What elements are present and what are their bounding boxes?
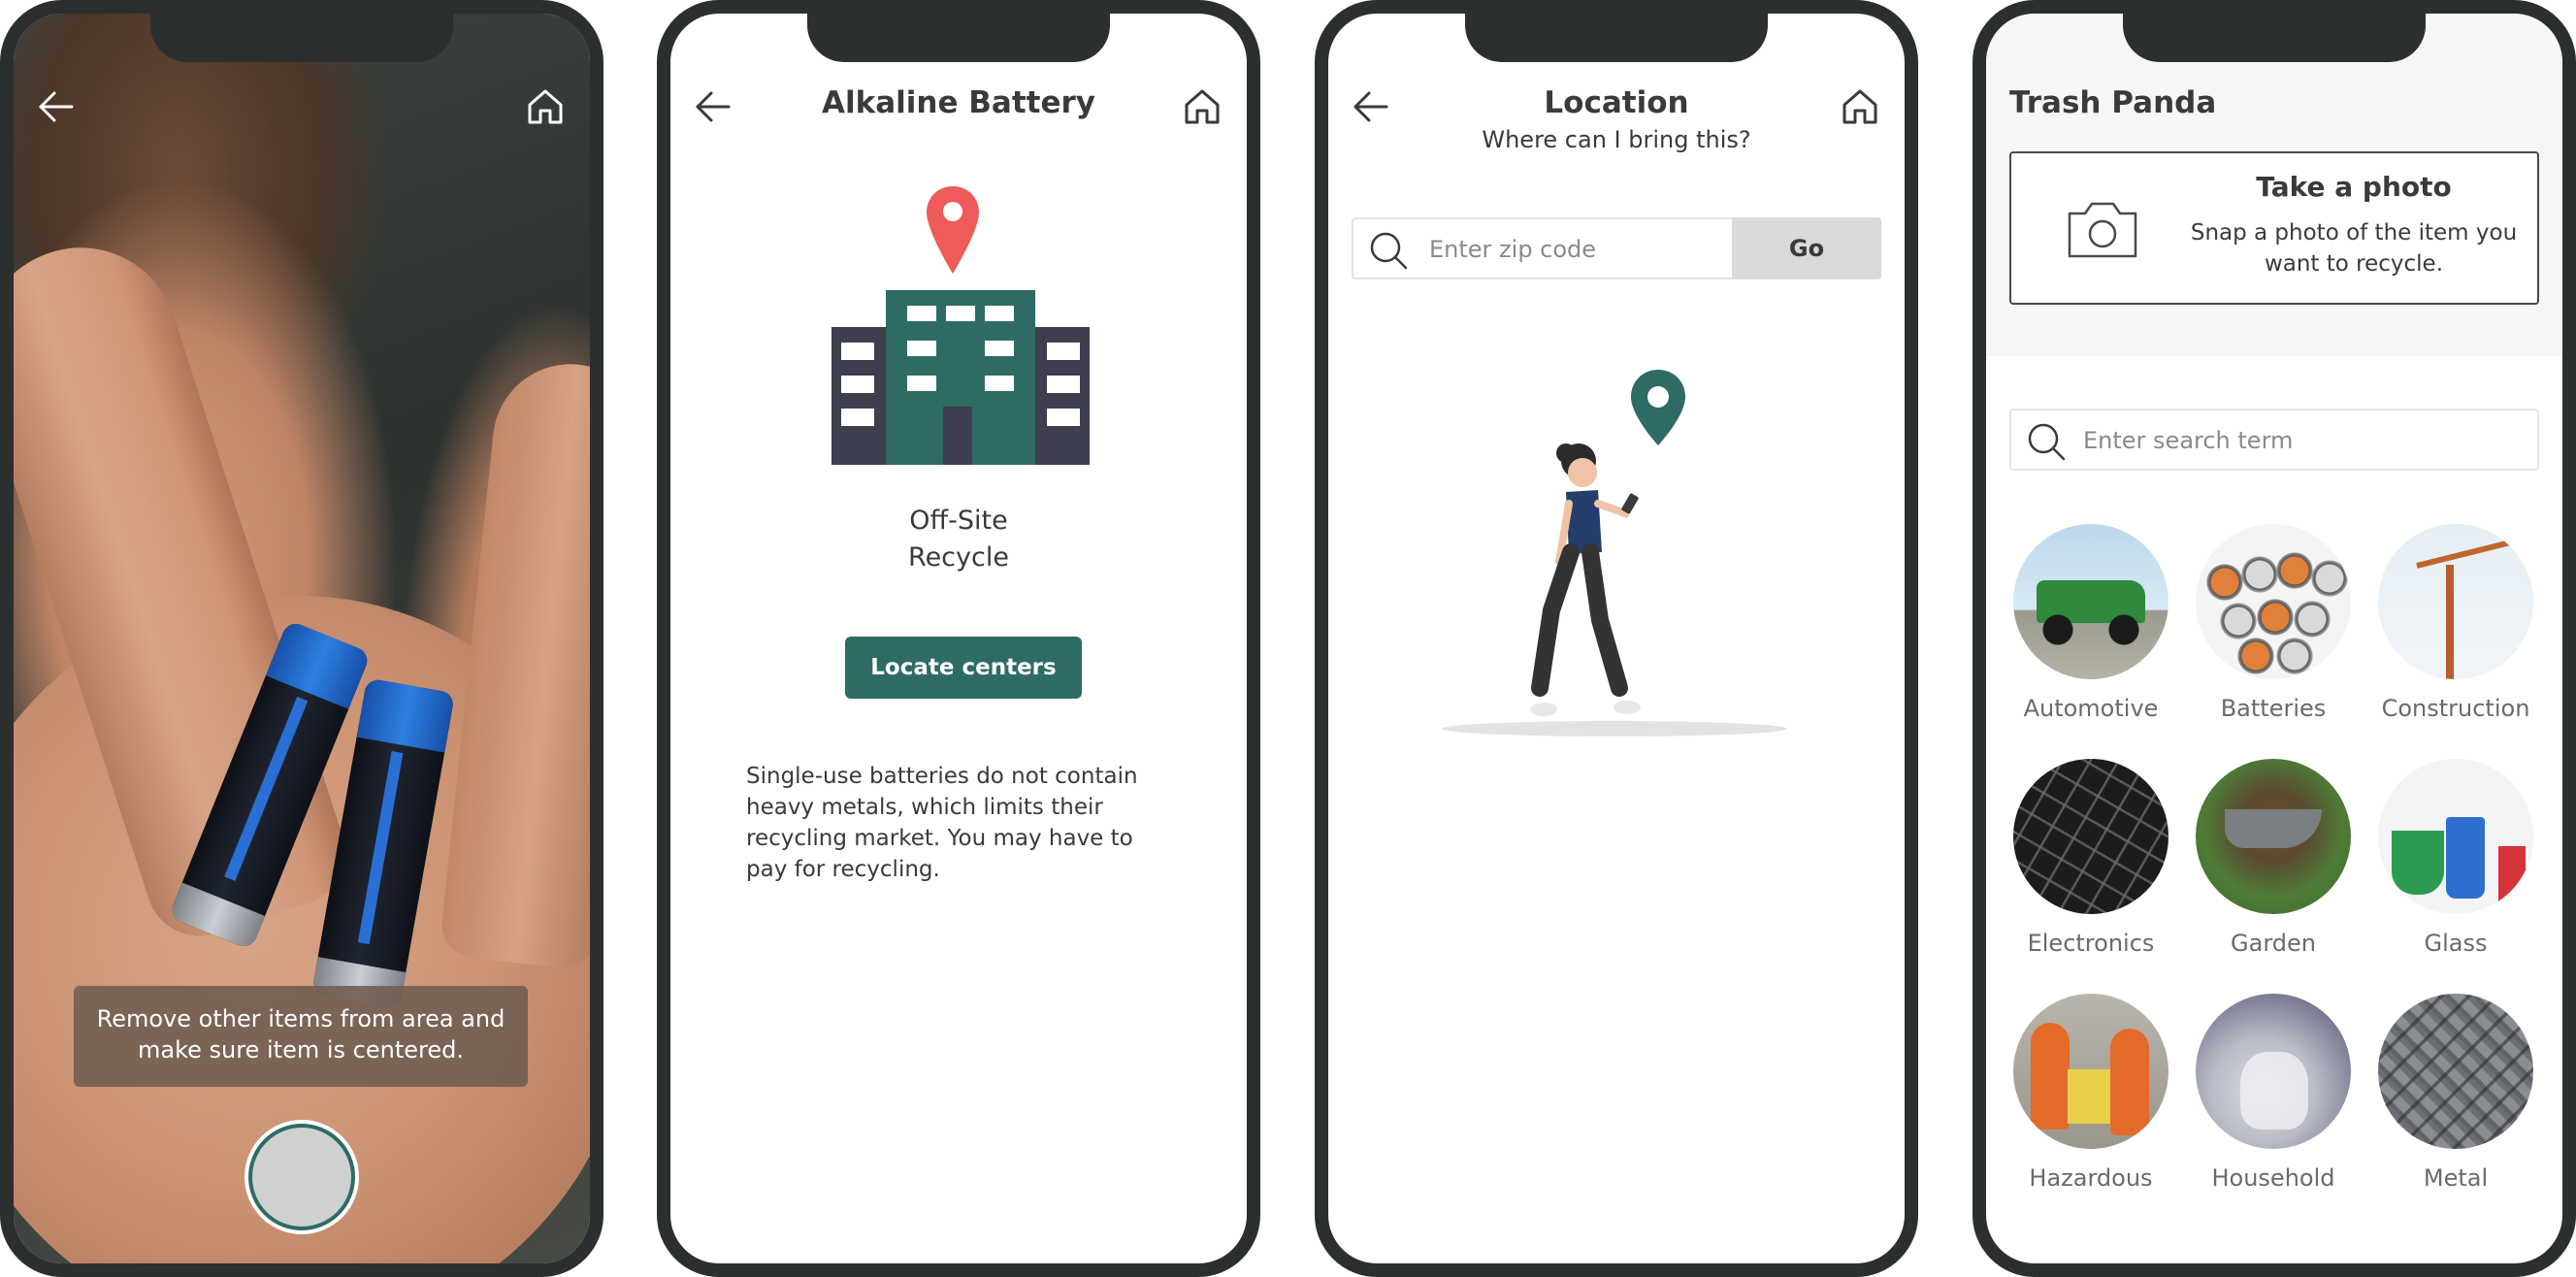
- disposal-method-label: Off-Site Recycle: [670, 503, 1247, 576]
- category-thumbnail: [2013, 994, 2168, 1149]
- category-tile[interactable]: Hazardous: [2000, 994, 2182, 1192]
- phone-home-screen: Trash Panda Take a photo Snap a photo of…: [1973, 0, 2576, 1277]
- search-input[interactable]: [2083, 420, 2510, 461]
- category-tile[interactable]: Garden: [2182, 759, 2364, 957]
- category-thumbnail: [2378, 759, 2533, 914]
- take-photo-title: Take a photo: [2256, 171, 2452, 203]
- page-title: Location: [1544, 85, 1689, 120]
- category-thumbnail: [2378, 994, 2533, 1149]
- page-subtitle: Where can I bring this?: [1482, 126, 1751, 153]
- home-icon[interactable]: [1837, 83, 1883, 130]
- category-tile[interactable]: Electronics: [2000, 759, 2182, 957]
- search-icon: [1370, 232, 1408, 270]
- category-tile[interactable]: Household: [2182, 994, 2364, 1192]
- disposal-method-line: Off-Site: [909, 506, 1008, 536]
- person-walking-illustration: [1442, 370, 1787, 737]
- locate-centers-button[interactable]: Locate centers: [845, 637, 1082, 699]
- location-pin-icon: [927, 186, 979, 274]
- category-thumbnail: [2013, 524, 2168, 679]
- category-tile[interactable]: Batteries: [2182, 524, 2364, 722]
- category-label: Construction: [2381, 695, 2530, 722]
- app-title: Trash Panda: [2009, 85, 2217, 120]
- camera-icon: [2068, 202, 2137, 258]
- phone-notch: [807, 14, 1110, 62]
- zip-code-input[interactable]: [1429, 229, 1701, 270]
- take-photo-card[interactable]: Take a photo Snap a photo of the item yo…: [2009, 151, 2539, 305]
- category-label: Electronics: [2027, 930, 2155, 957]
- category-label: Metal: [2423, 1164, 2489, 1192]
- phone-notch: [1465, 14, 1768, 62]
- building-icon: [831, 290, 1090, 465]
- page-title: Alkaline Battery: [822, 85, 1095, 120]
- category-label: Glass: [2424, 930, 2488, 957]
- search-bar: [2009, 409, 2539, 471]
- category-thumbnail: [2196, 524, 2351, 679]
- zip-search-bar: Go: [1352, 217, 1881, 279]
- category-grid: Automotive Batteries Construction Electr…: [2000, 524, 2547, 1192]
- phone-item-screen: Alkaline Battery Off-Site Recycle Locate…: [657, 0, 1260, 1277]
- category-label: Hazardous: [2029, 1164, 2153, 1192]
- camera-hint-text: Remove other items from area and make su…: [74, 986, 528, 1087]
- category-thumbnail: [2378, 524, 2533, 679]
- category-tile[interactable]: Glass: [2364, 759, 2547, 957]
- shutter-button[interactable]: [248, 1124, 355, 1230]
- phone-camera-screen: Remove other items from area and make su…: [0, 0, 603, 1277]
- category-thumbnail: [2013, 759, 2168, 914]
- back-arrow-icon[interactable]: [33, 83, 80, 130]
- home-icon[interactable]: [522, 83, 569, 130]
- camera-viewfinder: Remove other items from area and make su…: [14, 14, 590, 1263]
- item-description: Single-use batteries do not contain heav…: [746, 764, 1138, 882]
- category-tile[interactable]: Metal: [2364, 994, 2547, 1192]
- phone-notch: [2123, 14, 2426, 62]
- category-tile[interactable]: Construction: [2364, 524, 2547, 722]
- category-label: Automotive: [2023, 695, 2159, 722]
- take-photo-subtitle: Snap a photo of the item you want to rec…: [2190, 220, 2518, 277]
- category-thumbnail: [2196, 994, 2351, 1149]
- category-tile[interactable]: Automotive: [2000, 524, 2182, 722]
- category-label: Garden: [2231, 930, 2316, 957]
- go-button[interactable]: Go: [1732, 217, 1881, 279]
- disposal-method-line: Recycle: [908, 542, 1009, 573]
- search-icon: [2028, 423, 2066, 461]
- category-label: Batteries: [2220, 695, 2327, 722]
- home-icon[interactable]: [1179, 83, 1225, 130]
- category-label: Household: [2211, 1164, 2335, 1192]
- phone-notch: [150, 14, 453, 62]
- category-thumbnail: [2196, 759, 2351, 914]
- phone-location-screen: Location Where can I bring this? Go: [1315, 0, 1918, 1277]
